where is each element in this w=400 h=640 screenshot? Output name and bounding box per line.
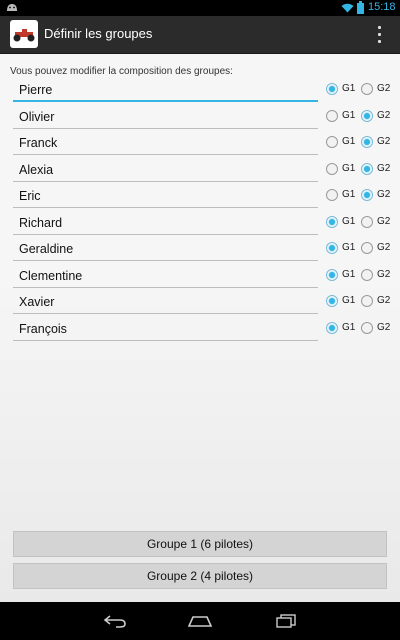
pilot-row: Richard G1 G2 [0,211,400,238]
radio-label-g2: G2 [377,242,391,253]
pilot-list: Pierre G1 G2 Olivier G1 G2 Franck G1 G2 Alexia G1 G… [0,78,400,343]
pilot-name-field[interactable]: Richard [13,213,318,235]
back-icon[interactable] [102,614,128,628]
radio-g1[interactable] [326,242,338,254]
page-title: Définir les groupes [44,26,153,41]
pilot-name-field[interactable]: Olivier [13,107,318,129]
radio-g2[interactable] [361,136,373,148]
app-logo [10,20,38,48]
radio-g2[interactable] [361,268,373,281]
pilot-row: Franck G1 G2 [0,131,400,158]
radio-label-g2: G2 [377,321,391,333]
overflow-menu-icon[interactable] [370,22,388,48]
pilot-row: Geraldine G1 G2 [0,237,400,264]
radio-g1[interactable] [326,189,338,201]
radio-g1[interactable] [326,162,338,175]
pilot-name-field[interactable]: Clementine [13,266,318,288]
instructions-text: Vous pouvez modifier la composition des … [10,66,233,77]
radio-g1[interactable] [326,295,338,307]
pilot-name-field[interactable]: Alexia [13,160,318,182]
group1-button[interactable]: Groupe 1 (6 pilotes) [13,531,387,557]
radio-label-g1: G1 [342,321,356,333]
pilot-row: Clementine G1 G2 [0,264,400,291]
radio-g2[interactable] [361,295,373,307]
radio-label-g2: G2 [377,295,391,306]
radio-label-g1: G1 [342,189,356,200]
radio-g2[interactable] [361,215,373,228]
radio-g1[interactable] [326,215,338,228]
pilot-row: Alexia G1 G2 [0,158,400,185]
pilot-name-field[interactable]: Xavier [13,292,318,314]
battery-icon [357,1,364,14]
pilot-name-field[interactable]: Pierre [13,80,318,102]
radio-g1[interactable] [326,268,338,281]
radio-label-g2: G2 [377,83,391,94]
pilot-row: Xavier G1 G2 [0,290,400,317]
radio-label-g1: G1 [342,242,356,253]
radio-label-g1: G1 [342,136,356,147]
pilot-row: Pierre G1 G2 [0,78,400,105]
radio-label-g2: G2 [377,109,391,121]
pilot-name-field[interactable]: Franck [13,133,318,155]
home-icon[interactable] [187,614,213,628]
radio-g2[interactable] [361,189,373,201]
radio-g1[interactable] [326,321,338,334]
pilot-row: Eric G1 G2 [0,184,400,211]
radio-label-g1: G1 [342,295,356,306]
radio-label-g1: G1 [342,83,356,94]
radio-label-g2: G2 [377,189,391,200]
pilot-row: Olivier G1 G2 [0,105,400,132]
pilot-name-field[interactable]: Geraldine [13,239,318,261]
navigation-bar [0,602,400,640]
radio-g2[interactable] [361,242,373,254]
radio-label-g1: G1 [342,215,356,227]
pilot-name-field[interactable]: François [13,319,318,341]
radio-label-g1: G1 [342,162,356,174]
pilot-row: François G1 G2 [0,317,400,344]
radio-g2[interactable] [361,162,373,175]
status-bar: 15:18 [0,0,400,16]
radio-label-g1: G1 [342,268,356,280]
radio-g2[interactable] [361,109,373,122]
group2-button[interactable]: Groupe 2 (4 pilotes) [13,563,387,589]
radio-g2[interactable] [361,83,373,95]
radio-label-g2: G2 [377,162,391,174]
radio-label-g2: G2 [377,215,391,227]
radio-g1[interactable] [326,83,338,95]
radio-label-g2: G2 [377,268,391,280]
action-bar: Définir les groupes [0,16,400,54]
radio-label-g2: G2 [377,136,391,147]
pilot-name-field[interactable]: Eric [13,186,318,208]
radio-g1[interactable] [326,136,338,148]
android-icon [7,4,17,11]
wifi-icon [341,3,354,13]
radio-g1[interactable] [326,109,338,122]
status-clock: 15:18 [368,1,396,13]
radio-g2[interactable] [361,321,373,334]
radio-label-g1: G1 [342,109,356,121]
content-area: Vous pouvez modifier la composition des … [0,54,400,602]
recent-apps-icon[interactable] [274,614,298,628]
